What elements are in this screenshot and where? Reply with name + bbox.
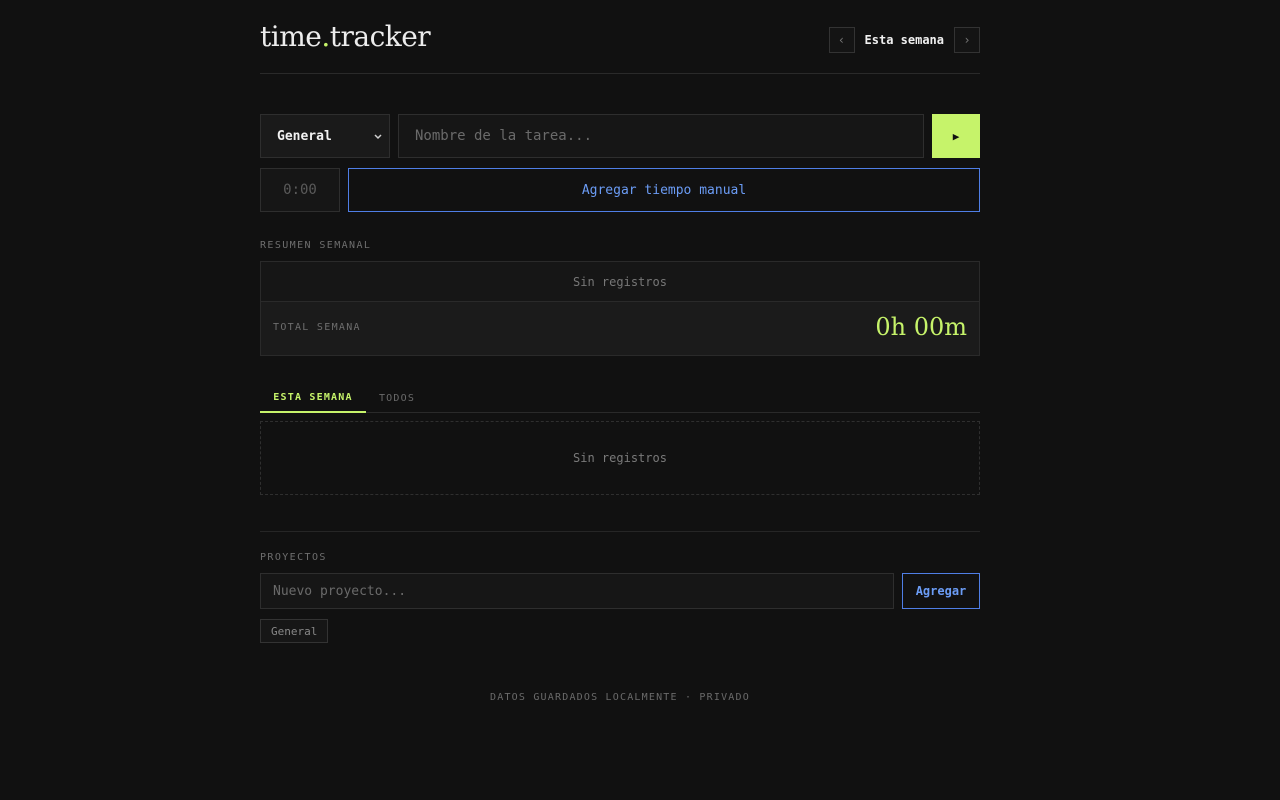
logo-text-right: tracker <box>329 20 431 53</box>
week-navigation: ‹ Esta semana › <box>828 27 980 53</box>
chevron-right-icon: › <box>963 33 971 47</box>
project-select[interactable]: General <box>260 114 390 158</box>
week-label: Esta semana <box>864 33 944 47</box>
start-timer-button[interactable]: ▶ <box>932 114 980 158</box>
chevron-down-icon <box>374 134 382 140</box>
timer-entry-row: General Nombre de la tarea... ▶ <box>260 114 980 158</box>
projects-label: PROYECTOS <box>260 552 327 563</box>
tab-all[interactable]: TODOS <box>366 383 428 413</box>
total-week-value: 0h 00m <box>875 313 967 341</box>
add-manual-time-button[interactable]: Agregar tiempo manual <box>348 168 980 212</box>
duration-placeholder: 0:00 <box>283 182 317 198</box>
next-week-button[interactable]: › <box>954 27 980 53</box>
project-select-value: General <box>277 128 332 144</box>
duration-input[interactable]: 0:00 <box>260 168 340 212</box>
section-divider <box>260 531 980 532</box>
prev-week-button[interactable]: ‹ <box>828 27 855 53</box>
add-project-button[interactable]: Agregar <box>902 573 980 609</box>
logo-text-left: time <box>260 20 322 53</box>
task-name-placeholder: Nombre de la tarea... <box>415 128 593 144</box>
summary-empty-text: Sin registros <box>261 262 979 302</box>
weekly-summary: Sin registros TOTAL SEMANA 0h 00m <box>260 261 980 356</box>
header: time.tracker ‹ Esta semana › <box>260 0 980 74</box>
summary-total-row: TOTAL SEMANA 0h 00m <box>261 302 979 355</box>
logo-dot: . <box>321 20 330 53</box>
new-project-placeholder: Nuevo proyecto... <box>273 583 407 599</box>
project-tag-general[interactable]: General <box>260 619 329 643</box>
manual-entry-row: 0:00 Agregar tiempo manual <box>260 168 980 212</box>
task-name-input[interactable]: Nombre de la tarea... <box>398 114 924 158</box>
logo: time.tracker <box>260 20 431 53</box>
weekly-summary-label: RESUMEN SEMANAL <box>260 240 372 251</box>
tab-this-week[interactable]: ESTA SEMANA <box>260 383 366 413</box>
total-week-label: TOTAL SEMANA <box>273 322 361 333</box>
play-icon: ▶ <box>952 129 960 143</box>
chevron-left-icon: ‹ <box>837 33 846 47</box>
entries-tabs: ESTA SEMANA TODOS <box>260 383 980 413</box>
entries-empty-state: Sin registros <box>260 421 980 495</box>
footer-text: DATOS GUARDADOS LOCALMENTE · PRIVADO <box>490 692 750 703</box>
new-project-input[interactable]: Nuevo proyecto... <box>260 573 894 609</box>
